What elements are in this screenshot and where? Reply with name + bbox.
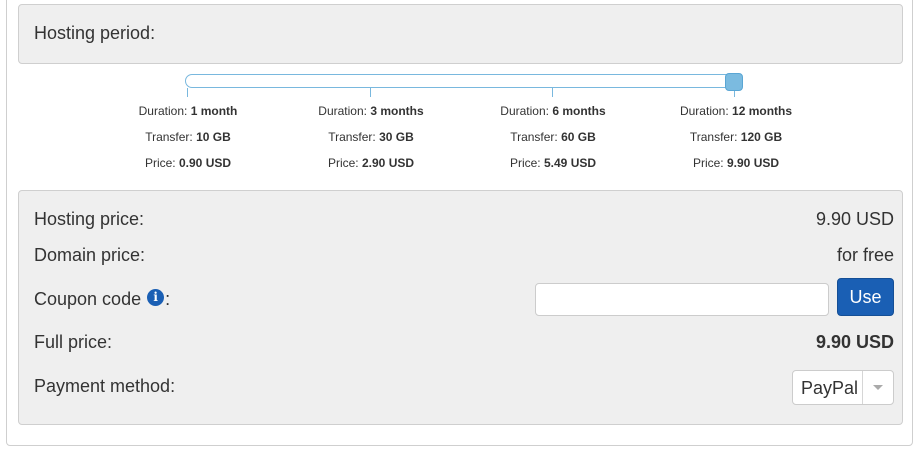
info-icon[interactable]: i	[147, 289, 165, 306]
period-option-12-months[interactable]: Duration: 12 months Transfer: 120 GB Pri…	[646, 103, 826, 181]
slider-tick	[552, 88, 553, 97]
duration-label: Duration:	[500, 104, 549, 118]
coupon-code-label-group: Coupon code i:	[34, 289, 170, 310]
hosting-price-label: Hosting price:	[34, 209, 145, 229]
full-price-value: 9.90 USD	[815, 332, 894, 352]
duration-value: 1 month	[190, 104, 238, 118]
duration-value: 6 months	[552, 104, 606, 118]
transfer-value: 10 GB	[196, 130, 231, 144]
duration-label: Duration:	[138, 104, 188, 118]
hosting-period-panel: Hosting period:	[18, 4, 903, 64]
period-slider-track[interactable]	[185, 74, 742, 88]
price-label: Price:	[144, 156, 176, 170]
price-value: 0.90 USD	[179, 156, 232, 170]
price-label: Price:	[692, 156, 724, 170]
price-label: Price:	[327, 156, 359, 170]
transfer-value: 120 GB	[740, 130, 783, 144]
hosting-price-value: 9.90 USD	[815, 209, 894, 229]
price-label: Price:	[509, 156, 541, 170]
slider-tick	[187, 88, 188, 97]
payment-method-label: Payment method:	[34, 376, 176, 396]
price-value: 5.49 USD	[544, 156, 597, 170]
slider-tick	[370, 88, 371, 97]
domain-price-value: for free	[836, 245, 894, 265]
price-value: 9.90 USD	[727, 156, 780, 170]
use-coupon-button[interactable]: Use	[837, 278, 894, 316]
full-price-label: Full price:	[34, 332, 113, 352]
transfer-label: Transfer:	[145, 130, 193, 144]
coupon-colon: :	[165, 289, 171, 309]
duration-value: 3 months	[370, 104, 424, 118]
duration-label: Duration:	[318, 104, 367, 118]
transfer-label: Transfer:	[510, 130, 558, 144]
period-slider-handle[interactable]	[725, 73, 743, 91]
transfer-label: Transfer:	[689, 130, 738, 144]
payment-method-selected: PayPal	[801, 378, 859, 398]
period-option-3-months[interactable]: Duration: 3 months Transfer: 30 GB Price…	[281, 103, 461, 181]
chevron-down-icon[interactable]	[873, 385, 883, 390]
domain-price-label: Domain price:	[34, 245, 146, 265]
transfer-label: Transfer:	[328, 130, 376, 144]
transfer-value: 60 GB	[561, 130, 596, 144]
hosting-period-label: Hosting period:	[34, 23, 156, 43]
duration-value: 12 months	[732, 104, 793, 118]
period-option-1-month[interactable]: Duration: 1 month Transfer: 10 GB Price:…	[98, 103, 278, 181]
price-summary-panel: Hosting price: 9.90 USD Domain price: fo…	[18, 190, 903, 425]
select-divider	[862, 371, 863, 404]
duration-label: Duration:	[679, 104, 729, 118]
payment-method-select[interactable]: PayPal	[792, 370, 894, 405]
transfer-value: 30 GB	[379, 130, 414, 144]
price-value: 2.90 USD	[362, 156, 415, 170]
coupon-code-input[interactable]	[535, 283, 829, 316]
coupon-code-label: Coupon code	[34, 289, 142, 309]
period-option-6-months[interactable]: Duration: 6 months Transfer: 60 GB Price…	[463, 103, 643, 181]
